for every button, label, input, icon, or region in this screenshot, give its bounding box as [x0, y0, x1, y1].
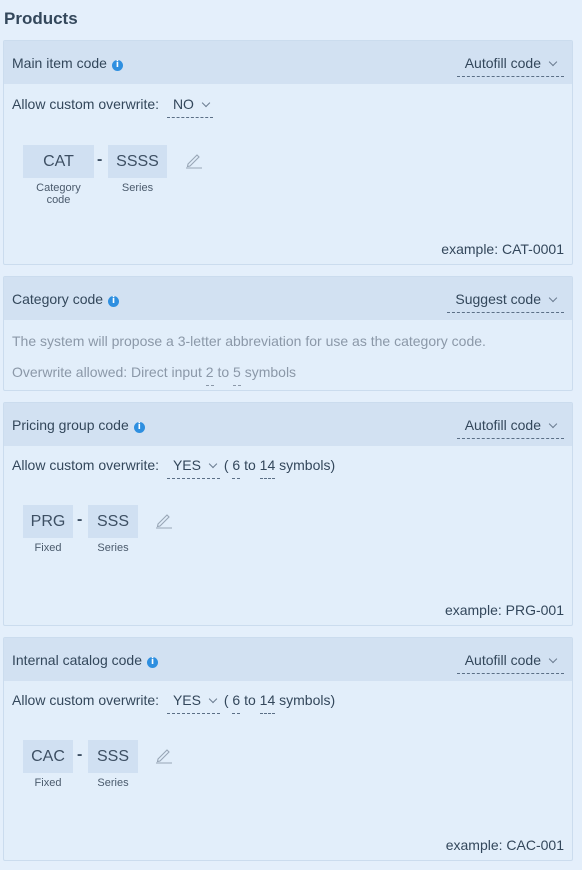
card-title: Internal catalog code i — [12, 652, 158, 668]
chevron-down-icon — [208, 694, 218, 704]
example-text: example: PRG-001 — [444, 602, 564, 618]
chevron-down-icon — [548, 419, 558, 429]
overwrite-row: Allow custom overwrite: YES ( 6 to 14 sy… — [12, 457, 335, 479]
card-header: Pricing group code i Autofill code — [4, 403, 572, 446]
chevron-down-icon — [208, 459, 218, 469]
pencil-icon[interactable] — [184, 151, 204, 169]
overwrite-dropdown[interactable]: NO — [166, 96, 213, 118]
overwrite-row: Allow custom overwrite: NO — [12, 96, 213, 118]
overwrite-label: Allow custom overwrite: — [12, 457, 160, 473]
max-symbols-dropdown[interactable]: 14 — [259, 692, 276, 714]
max-symbols-dropdown[interactable]: 14 — [259, 457, 276, 479]
segment-separator: - — [77, 511, 83, 528]
max-symbols-dropdown[interactable]: 5 — [233, 364, 241, 386]
page-title: Products — [4, 9, 78, 28]
mode-dropdown[interactable]: Autofill code — [456, 417, 564, 439]
overwrite-label: Allow custom overwrite: — [12, 692, 160, 708]
card-header: Internal catalog code i Autofill code — [4, 638, 572, 681]
mode-dropdown[interactable]: Autofill code — [456, 652, 564, 674]
pricing-group-code-card: Pricing group code i Autofill code Allow … — [3, 402, 573, 626]
overwrite-dropdown[interactable]: YES — [166, 457, 220, 479]
mode-dropdown[interactable]: Suggest code — [447, 291, 564, 313]
min-symbols-dropdown[interactable]: 6 — [232, 692, 241, 714]
chevron-down-icon — [201, 98, 211, 108]
category-code-card: Category code i Suggest code The system w… — [3, 276, 573, 391]
code-segment[interactable]: SSS Series — [88, 505, 138, 554]
internal-catalog-code-card: Internal catalog code i Autofill code All… — [3, 637, 573, 861]
card-header: Category code i Suggest code — [4, 277, 572, 320]
overwrite-dropdown[interactable]: YES — [166, 692, 220, 714]
min-symbols-dropdown[interactable]: 2 — [205, 364, 214, 386]
chevron-down-icon — [548, 654, 558, 664]
chevron-down-icon — [548, 57, 558, 67]
pencil-icon[interactable] — [154, 746, 174, 764]
min-symbols-dropdown[interactable]: 6 — [232, 457, 241, 479]
example-text: example: CAC-001 — [445, 837, 564, 853]
code-segment[interactable]: CAC Fixed — [23, 740, 73, 789]
pencil-icon[interactable] — [154, 511, 174, 529]
code-segment[interactable]: CAT Category code — [23, 145, 94, 206]
card-title: Pricing group code i — [12, 417, 145, 433]
info-icon[interactable]: i — [133, 422, 145, 433]
mode-dropdown[interactable]: Autofill code — [456, 55, 564, 77]
overwrite-row: Overwrite allowed: Direct input 2 to 5 s… — [12, 364, 296, 386]
info-icon[interactable]: i — [111, 60, 123, 71]
chevron-down-icon — [548, 293, 558, 303]
main-item-code-card: Main item code i Autofill code Allow cust… — [3, 40, 573, 265]
overwrite-label: Allow custom overwrite: — [12, 96, 160, 112]
card-header: Main item code i Autofill code — [4, 41, 572, 84]
category-description: The system will propose a 3-letter abbre… — [12, 333, 486, 349]
info-icon[interactable]: i — [146, 657, 158, 668]
code-segment[interactable]: SSSS Series — [108, 145, 167, 194]
code-segment[interactable]: SSS Series — [88, 740, 138, 789]
info-icon[interactable]: i — [108, 296, 120, 307]
example-text: example: CAT-0001 — [441, 241, 564, 257]
card-title: Main item code i — [12, 55, 123, 71]
card-title: Category code i — [12, 291, 120, 307]
overwrite-row: Allow custom overwrite: YES ( 6 to 14 sy… — [12, 692, 335, 714]
code-segment[interactable]: PRG Fixed — [23, 505, 73, 554]
segment-separator: - — [77, 746, 83, 763]
segment-separator: - — [97, 151, 103, 168]
